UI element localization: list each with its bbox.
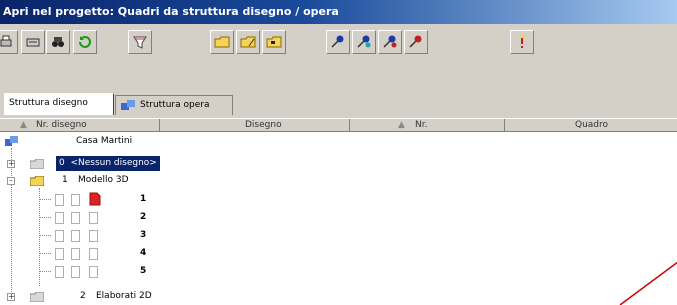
node-number: 1 xyxy=(62,175,68,185)
tree-view: Casa Martini + 0 <Nessun disegno> – 1 Mo… xyxy=(0,132,677,305)
tab-struttura-opera[interactable]: Struttura opera xyxy=(115,95,233,115)
folder-closed-icon xyxy=(30,159,44,169)
cell-box xyxy=(55,194,64,206)
print-icon[interactable] xyxy=(0,30,18,54)
tree-child-row[interactable]: 3 xyxy=(0,228,677,243)
tree-node-selected: 0 <Nessun disegno> xyxy=(56,156,160,171)
tree-node-1[interactable]: – 1 Modello 3D xyxy=(0,173,677,188)
folder-closed-icon xyxy=(30,292,44,302)
sort-up-icon: ▲ xyxy=(20,120,27,130)
expand-plus-icon[interactable]: + xyxy=(7,293,15,301)
cell-box xyxy=(55,248,64,260)
cell-box xyxy=(55,266,64,278)
cell-box xyxy=(89,266,98,278)
tree-connector xyxy=(39,235,51,236)
binoculars-icon[interactable] xyxy=(46,30,70,54)
pin-blue-red-icon[interactable] xyxy=(378,30,402,54)
col-label: Nr. disegno xyxy=(36,120,87,130)
col-disegno[interactable]: Disegno xyxy=(160,119,350,132)
node-number: 0 xyxy=(59,158,65,168)
col-label: Nr. xyxy=(415,120,428,130)
tab-label: Struttura disegno xyxy=(9,98,88,108)
tree-root[interactable]: Casa Martini xyxy=(0,134,677,149)
child-number: 2 xyxy=(140,212,147,222)
pin-red-icon[interactable] xyxy=(404,30,428,54)
child-number: 5 xyxy=(140,266,147,276)
tree-child-row[interactable]: 1 xyxy=(0,192,677,207)
node-name: Modello 3D xyxy=(78,175,129,185)
col-nr[interactable]: ▲ Nr. xyxy=(350,119,505,132)
tree-child-row[interactable]: 5 xyxy=(0,264,677,279)
info-icon[interactable] xyxy=(510,30,534,54)
window-title: Apri nel progetto: Quadri da struttura d… xyxy=(0,0,677,24)
cell-box xyxy=(71,248,80,260)
collapse-minus-icon[interactable]: – xyxy=(7,177,15,185)
tree-connector xyxy=(39,271,51,272)
column-header: ▲ Nr. disegno Disegno ▲ Nr. Quadro xyxy=(0,118,677,132)
expand-plus-icon[interactable]: + xyxy=(7,160,15,168)
child-number: 1 xyxy=(140,194,147,204)
cell-box xyxy=(89,230,98,242)
cell-box xyxy=(55,212,64,224)
tree-child-row[interactable]: 2 xyxy=(0,210,677,225)
print-preview-icon[interactable] xyxy=(21,30,45,54)
pin-blue-icon[interactable] xyxy=(326,30,350,54)
tree-connector xyxy=(39,217,51,218)
node-number: 2 xyxy=(80,291,86,301)
tab-bar: Struttura disegno Struttura opera xyxy=(0,80,677,118)
sort-up-icon: ▲ xyxy=(398,120,405,130)
new-folder-icon[interactable] xyxy=(210,30,234,54)
node-name: Elaborati 2D xyxy=(96,291,152,301)
cell-box xyxy=(89,248,98,260)
refresh-icon[interactable] xyxy=(73,30,97,54)
child-number: 3 xyxy=(140,230,147,240)
col-quadro[interactable]: Quadro xyxy=(505,119,677,132)
tree-connector xyxy=(39,199,51,200)
cell-box xyxy=(89,212,98,224)
structure-icon xyxy=(121,100,135,110)
tab-label: Struttura opera xyxy=(140,100,210,110)
col-nr-disegno[interactable]: ▲ Nr. disegno xyxy=(0,119,160,132)
toolbar xyxy=(0,24,677,80)
tree-node-0[interactable]: + 0 <Nessun disegno> xyxy=(0,156,677,171)
tab-struttura-disegno[interactable]: Struttura disegno xyxy=(4,93,114,115)
node-name: <Nessun disegno> xyxy=(70,158,157,168)
cell-box xyxy=(71,194,80,206)
cell-box xyxy=(71,212,80,224)
child-number: 4 xyxy=(140,248,147,258)
col-label: Disegno xyxy=(245,120,282,130)
cell-box xyxy=(71,230,80,242)
tree-connector xyxy=(39,253,51,254)
tree-child-row[interactable]: 4 xyxy=(0,246,677,261)
filter-icon[interactable] xyxy=(128,30,152,54)
tree-node-2[interactable]: + 2 Elaborati 2D xyxy=(0,289,677,304)
red-document-icon xyxy=(89,192,101,206)
edit-folder-icon[interactable] xyxy=(236,30,260,54)
cell-box xyxy=(71,266,80,278)
project-icon xyxy=(5,136,18,146)
col-label: Quadro xyxy=(575,120,609,130)
folder-open-icon xyxy=(30,176,44,186)
cell-box xyxy=(55,230,64,242)
open-folder-icon[interactable] xyxy=(262,30,286,54)
tree-label: Casa Martini xyxy=(76,136,133,146)
pin-blue-teal-icon[interactable] xyxy=(352,30,376,54)
